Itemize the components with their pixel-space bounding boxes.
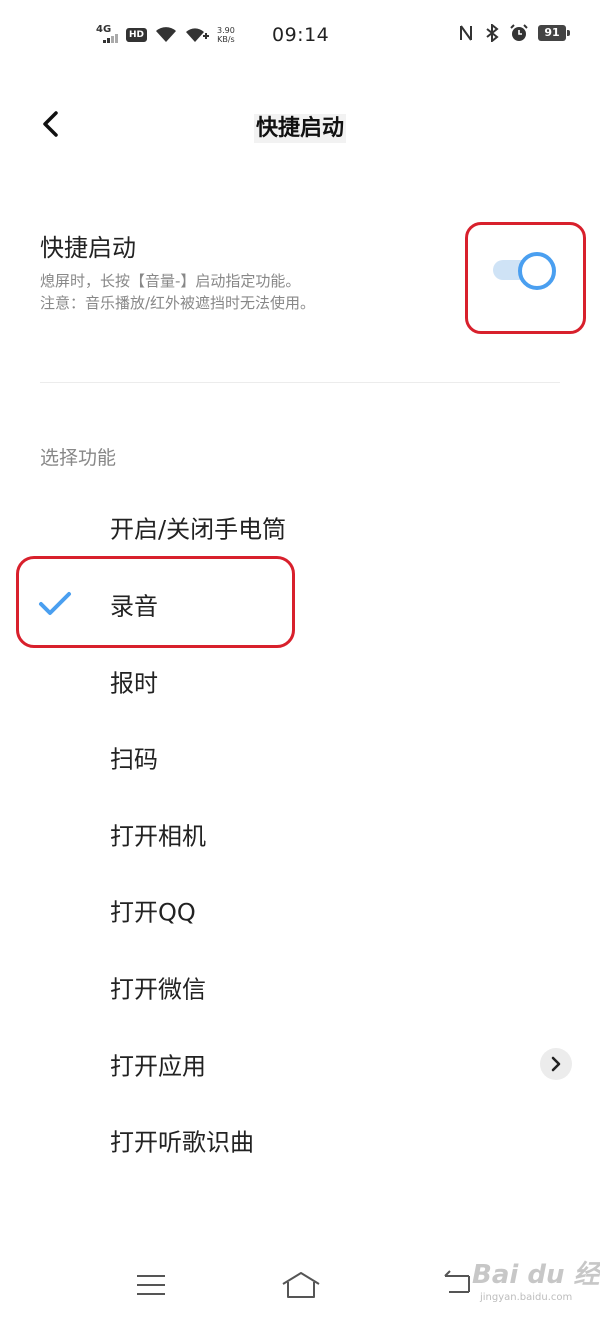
baidu-watermark: Bai du 经验 jingyan.baidu.com bbox=[468, 1252, 600, 1310]
alarm-icon bbox=[510, 24, 528, 41]
option-label: 打开微信 bbox=[110, 975, 206, 1004]
watermark-url: jingyan.baidu.com bbox=[480, 1292, 573, 1303]
highlight-box-toggle bbox=[465, 222, 586, 334]
quick-launch-title: 快捷启动 bbox=[40, 234, 136, 262]
option-open-song-recognition[interactable]: 打开听歌识曲 bbox=[0, 1102, 600, 1178]
option-label: 扫码 bbox=[110, 745, 158, 774]
option-scan-code[interactable]: 扫码 bbox=[0, 719, 600, 795]
hd-badge: HD bbox=[126, 28, 148, 42]
highlight-box-option bbox=[16, 556, 295, 648]
status-bar: 4G HD 3.90 KB/s 09:14 91 bbox=[0, 0, 600, 76]
option-label: 打开相机 bbox=[110, 822, 206, 851]
chevron-right-icon bbox=[551, 1056, 561, 1072]
nfc-icon bbox=[460, 25, 472, 41]
option-flashlight[interactable]: 开启/关闭手电筒 bbox=[0, 489, 600, 565]
option-time-announcement[interactable]: 报时 bbox=[0, 643, 600, 719]
option-open-app[interactable]: 打开应用 bbox=[0, 1026, 600, 1102]
status-time: 09:14 bbox=[272, 24, 330, 46]
page-title: 快捷启动 bbox=[253, 114, 346, 143]
wifi-hotspot-icon bbox=[186, 28, 210, 42]
open-app-chevron-button[interactable] bbox=[540, 1048, 572, 1080]
option-label: 打开听歌识曲 bbox=[110, 1128, 254, 1157]
status-right: 91 bbox=[458, 24, 570, 42]
option-label: 打开应用 bbox=[110, 1052, 206, 1081]
option-label: 打开QQ bbox=[110, 898, 196, 927]
description-line: 注意：音乐播放/红外被遮挡时无法使用。 bbox=[40, 294, 316, 312]
recent-apps-menu-icon[interactable] bbox=[134, 1272, 168, 1298]
battery-icon: 91 bbox=[538, 25, 570, 41]
quick-launch-description: 熄屏时，长按【音量-】启动指定功能。 注意：音乐播放/红外被遮挡时无法使用。 bbox=[40, 270, 315, 314]
option-open-qq[interactable]: 打开QQ bbox=[0, 872, 600, 948]
network-speed: 3.90 KB/s bbox=[217, 26, 235, 44]
option-label: 报时 bbox=[110, 669, 158, 698]
bluetooth-icon bbox=[486, 24, 499, 42]
cellular-signal-icon: 4G bbox=[96, 24, 118, 46]
home-icon[interactable] bbox=[280, 1270, 322, 1300]
watermark-brand: Bai du 经验 bbox=[472, 1260, 600, 1290]
description-line: 熄屏时，长按【音量-】启动指定功能。 bbox=[40, 272, 301, 290]
wifi-icon bbox=[156, 27, 177, 42]
section-label-select-function: 选择功能 bbox=[40, 447, 117, 469]
status-left: 4G HD 3.90 KB/s bbox=[96, 24, 235, 46]
option-label: 开启/关闭手电筒 bbox=[110, 515, 287, 544]
divider bbox=[40, 382, 560, 383]
option-open-camera[interactable]: 打开相机 bbox=[0, 796, 600, 872]
option-open-wechat[interactable]: 打开微信 bbox=[0, 949, 600, 1025]
